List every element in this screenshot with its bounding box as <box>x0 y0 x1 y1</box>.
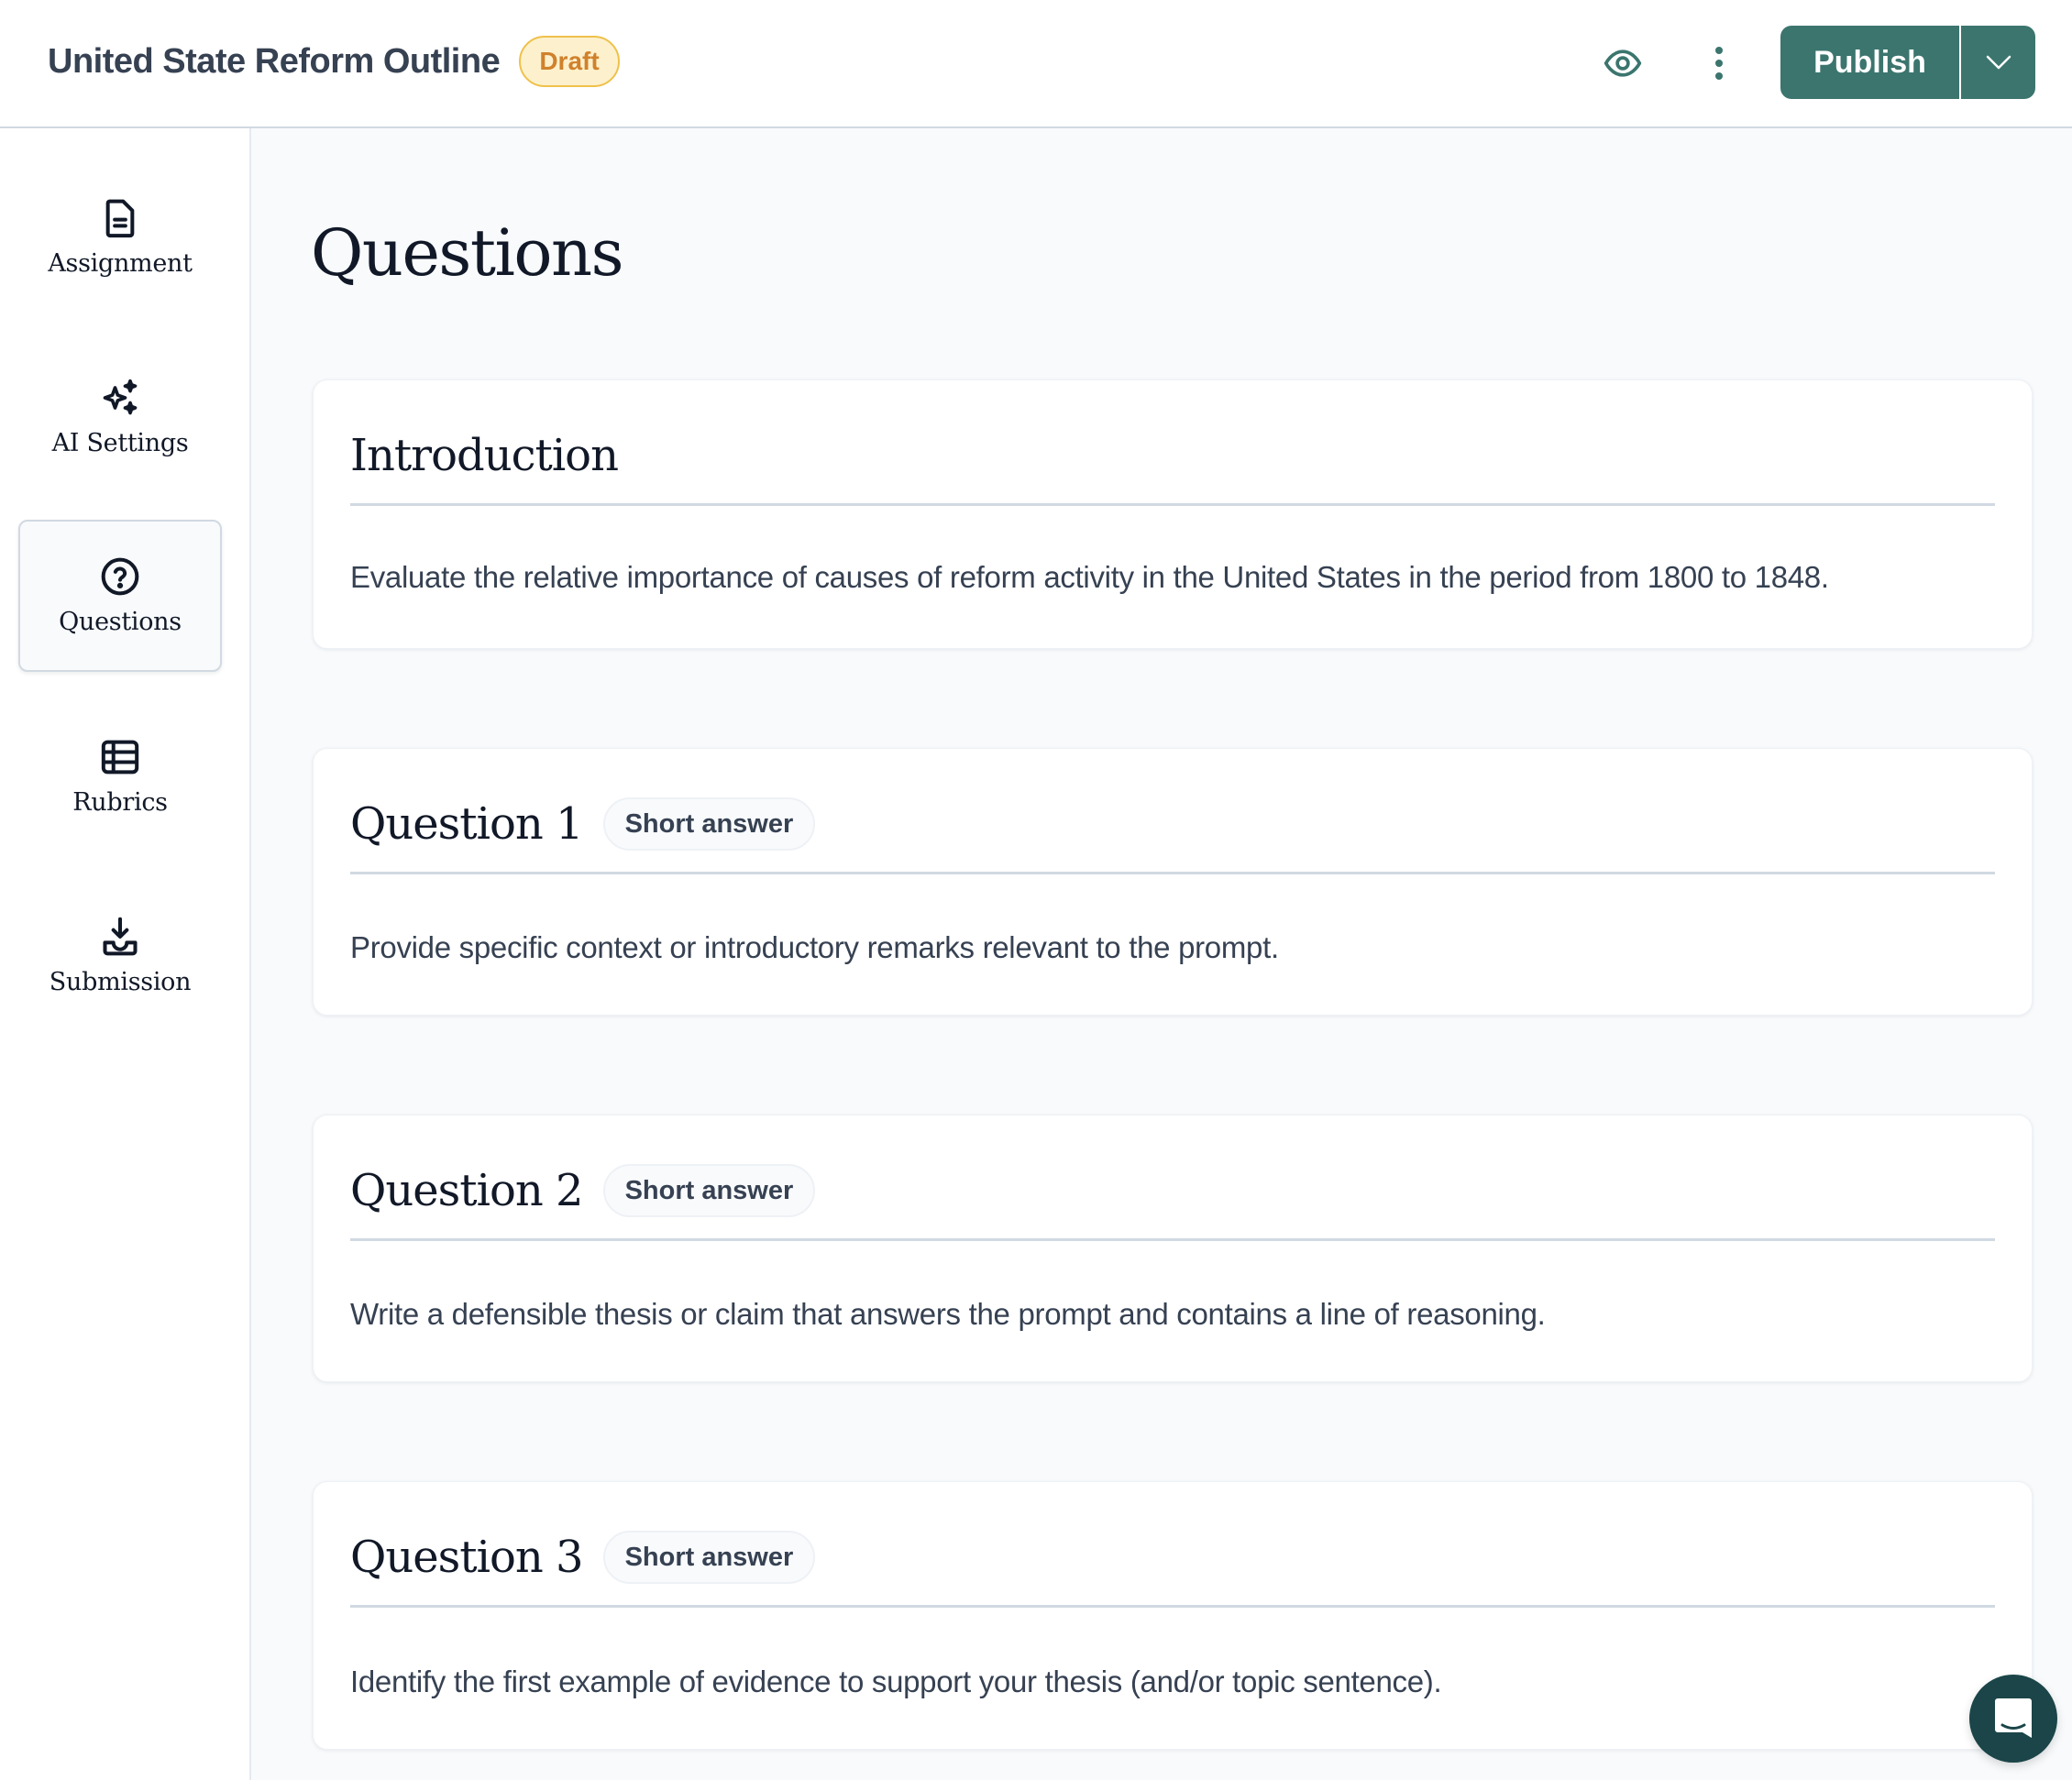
publish-options-button[interactable] <box>1961 26 2035 99</box>
card-heading: Question 2 <box>350 1165 584 1216</box>
question-card[interactable]: Question 1 Short answer Provide specific… <box>313 748 2033 1016</box>
sidebar-item-label: Assignment <box>48 248 193 278</box>
table-icon <box>100 737 140 777</box>
preview-button[interactable] <box>1600 40 1646 86</box>
sidebar-item-label: Submission <box>49 967 192 996</box>
page-title: Questions <box>311 215 624 291</box>
card-header: Question 3 Short answer <box>350 1510 1995 1608</box>
question-card[interactable]: Question 2 Short answer Write a defensib… <box>313 1115 2033 1382</box>
card-heading: Question 3 <box>350 1532 584 1583</box>
card-heading: Introduction <box>350 430 619 481</box>
sidebar-nav: Assignment AI Settings Questions Rubrics… <box>0 128 251 1780</box>
sidebar-item-assignment[interactable]: Assignment <box>18 161 222 313</box>
publish-button[interactable]: Publish <box>1780 26 1961 99</box>
sidebar-item-label: Rubrics <box>72 787 168 817</box>
more-options-button[interactable] <box>1696 40 1742 86</box>
sidebar-item-ai-settings[interactable]: AI Settings <box>18 341 222 493</box>
sparkles-icon <box>100 378 140 418</box>
card-header: Question 2 Short answer <box>350 1143 1995 1241</box>
sidebar-item-label: AI Settings <box>51 428 189 457</box>
card-body: Evaluate the relative importance of caus… <box>350 560 1829 594</box>
question-type-badge: Short answer <box>602 1164 816 1217</box>
card-header: Introduction <box>350 408 1995 506</box>
introduction-card[interactable]: Introduction Evaluate the relative impor… <box>313 379 2033 649</box>
question-circle-icon <box>100 556 140 597</box>
document-icon <box>100 198 140 238</box>
top-bar: United State Reform Outline Draft Publis… <box>0 0 2072 128</box>
eye-icon <box>1604 49 1642 77</box>
chevron-down-icon <box>1986 55 2011 70</box>
more-vertical-icon <box>1715 47 1723 80</box>
question-card[interactable]: Question 3 Short answer Identify the fir… <box>313 1481 2033 1750</box>
chat-launcher-button[interactable] <box>1969 1675 2057 1763</box>
sidebar-item-label: Questions <box>59 607 182 636</box>
card-body: Write a defensible thesis or claim that … <box>350 1297 1546 1331</box>
assignment-title: United State Reform Outline <box>48 42 501 81</box>
publish-split-button: Publish <box>1780 26 2035 99</box>
card-heading: Question 1 <box>350 798 584 850</box>
sidebar-item-rubrics[interactable]: Rubrics <box>18 700 222 852</box>
status-badge: Draft <box>519 36 620 87</box>
question-type-badge: Short answer <box>602 1531 816 1584</box>
card-body: Provide specific context or introductory… <box>350 930 1279 964</box>
download-tray-icon <box>100 917 140 957</box>
card-body: Identify the first example of evidence t… <box>350 1665 1442 1698</box>
chat-bubble-icon <box>1995 1698 2032 1738</box>
sidebar-item-submission[interactable]: Submission <box>18 880 222 1032</box>
card-header: Question 1 Short answer <box>350 776 1995 874</box>
question-type-badge: Short answer <box>602 797 816 851</box>
sidebar-item-questions[interactable]: Questions <box>18 520 222 672</box>
